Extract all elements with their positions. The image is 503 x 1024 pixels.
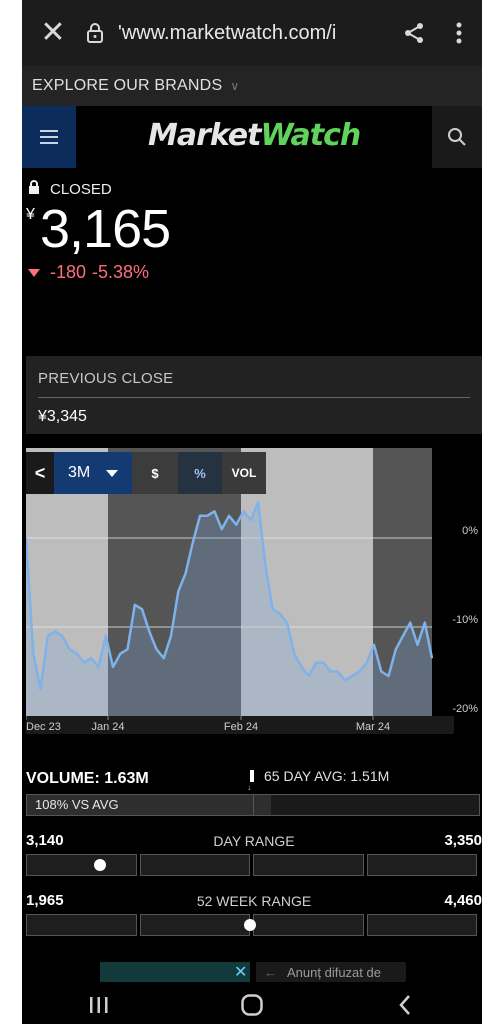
day-range-high: 3,350 xyxy=(444,832,482,849)
previous-close-label: PREVIOUS CLOSE xyxy=(38,370,174,387)
phone-screen: ✕ 'www.marketwatch.com/i EXPLORE OUR BRA… xyxy=(22,0,482,1024)
volume-toggle[interactable]: VOL xyxy=(222,452,266,494)
price-change: -180 -5.38% xyxy=(28,262,149,283)
hamburger-menu-button[interactable] xyxy=(22,106,76,168)
week52-range-track xyxy=(26,914,480,936)
previous-close-panel: PREVIOUS CLOSE ¥3,345 xyxy=(26,356,482,434)
day-range-marker xyxy=(93,859,106,871)
search-icon xyxy=(448,128,466,146)
day-range-label: DAY RANGE xyxy=(213,833,295,849)
recent-apps-button[interactable] xyxy=(22,995,175,1015)
back-button[interactable] xyxy=(329,994,482,1016)
more-options-icon[interactable] xyxy=(436,22,482,44)
divider xyxy=(38,397,470,398)
avg-tick xyxy=(253,795,254,815)
currency-symbol: ¥ xyxy=(26,206,35,223)
back-arrow-icon: ← xyxy=(264,964,277,980)
url-field[interactable]: 'www.marketwatch.com/i xyxy=(110,22,392,45)
status-text: CLOSED xyxy=(50,180,112,198)
chevron-down-icon: ∨ xyxy=(230,79,240,93)
down-arrow-icon xyxy=(28,268,40,277)
time-range-dropdown[interactable]: 3M xyxy=(54,452,132,494)
browser-toolbar: ✕ 'www.marketwatch.com/i xyxy=(22,0,482,66)
chart-toolbar: < 3M $ % VOL xyxy=(26,452,266,494)
down-arrow-icon: ↓ xyxy=(247,782,252,792)
volume-row: VOLUME: 1.63M ↓ 65 DAY AVG: 1.51M xyxy=(26,768,482,792)
caret-down-icon xyxy=(106,469,119,477)
lock-icon xyxy=(28,180,40,198)
price-chart[interactable]: 0% -10% -20% Dec 23 Jan 24 Feb 24 Mar 24 < 3M … xyxy=(26,448,482,734)
explore-brands-dropdown[interactable]: EXPLORE OUR BRANDS ∨ xyxy=(22,66,482,106)
previous-close-value: ¥3,345 xyxy=(38,408,87,425)
change-value: -180 xyxy=(50,262,87,282)
y-tick-label: 0% xyxy=(462,525,478,537)
chart-back-button[interactable]: < xyxy=(26,452,54,494)
time-range-label: 3M xyxy=(68,464,91,481)
volume-bar: 108% VS AVG xyxy=(26,794,480,816)
axis-area xyxy=(432,448,482,716)
y-tick-label: -10% xyxy=(452,614,478,626)
market-status: CLOSED xyxy=(28,180,112,198)
home-button[interactable] xyxy=(175,993,328,1017)
x-tick-label: Mar 24 xyxy=(356,721,390,733)
volume-vs-avg: 108% VS AVG xyxy=(35,797,119,812)
week52-range-label: 52 WEEK RANGE xyxy=(196,893,312,909)
site-header: MarketWatch xyxy=(22,106,482,168)
y-tick-label: -20% xyxy=(452,703,478,715)
volume-label: VOLUME: 1.63M xyxy=(26,770,149,787)
dollar-toggle[interactable]: $ xyxy=(132,452,178,494)
last-price: 3,165 xyxy=(40,199,171,259)
back-icon xyxy=(399,995,411,1015)
day-range-track xyxy=(26,854,480,876)
recent-apps-icon xyxy=(89,997,108,1013)
x-tick-label: Dec 23 xyxy=(26,721,61,733)
explore-brands-label: EXPLORE OUR BRANDS xyxy=(32,77,223,94)
ad-banner[interactable] xyxy=(100,962,250,982)
percent-toggle[interactable]: % xyxy=(178,452,222,494)
x-tick-label: Feb 24 xyxy=(224,721,258,733)
ad-close-icon[interactable]: ✕ xyxy=(234,962,247,982)
day-range-row: 3,140 DAY RANGE 3,350 xyxy=(26,832,482,852)
ad-info[interactable]: ← Anunț difuzat de xyxy=(256,962,406,982)
avg-marker xyxy=(250,770,254,782)
avg-volume-label: 65 DAY AVG: 1.51M xyxy=(264,768,390,784)
search-button[interactable] xyxy=(432,106,482,168)
change-percent: -5.38% xyxy=(92,262,150,282)
system-nav-bar xyxy=(22,986,482,1024)
week52-range-high: 4,460 xyxy=(444,892,482,909)
marketwatch-logo[interactable]: MarketWatch xyxy=(148,118,361,153)
lock-icon[interactable] xyxy=(80,22,110,44)
home-icon xyxy=(241,994,263,1016)
share-icon[interactable] xyxy=(392,22,436,44)
close-tab-icon[interactable]: ✕ xyxy=(22,18,80,48)
week52-range-row: 1,965 52 WEEK RANGE 4,460 xyxy=(26,892,482,912)
ad-label: Anunț difuzat de xyxy=(287,964,381,980)
x-tick-label: Jan 24 xyxy=(91,721,124,733)
